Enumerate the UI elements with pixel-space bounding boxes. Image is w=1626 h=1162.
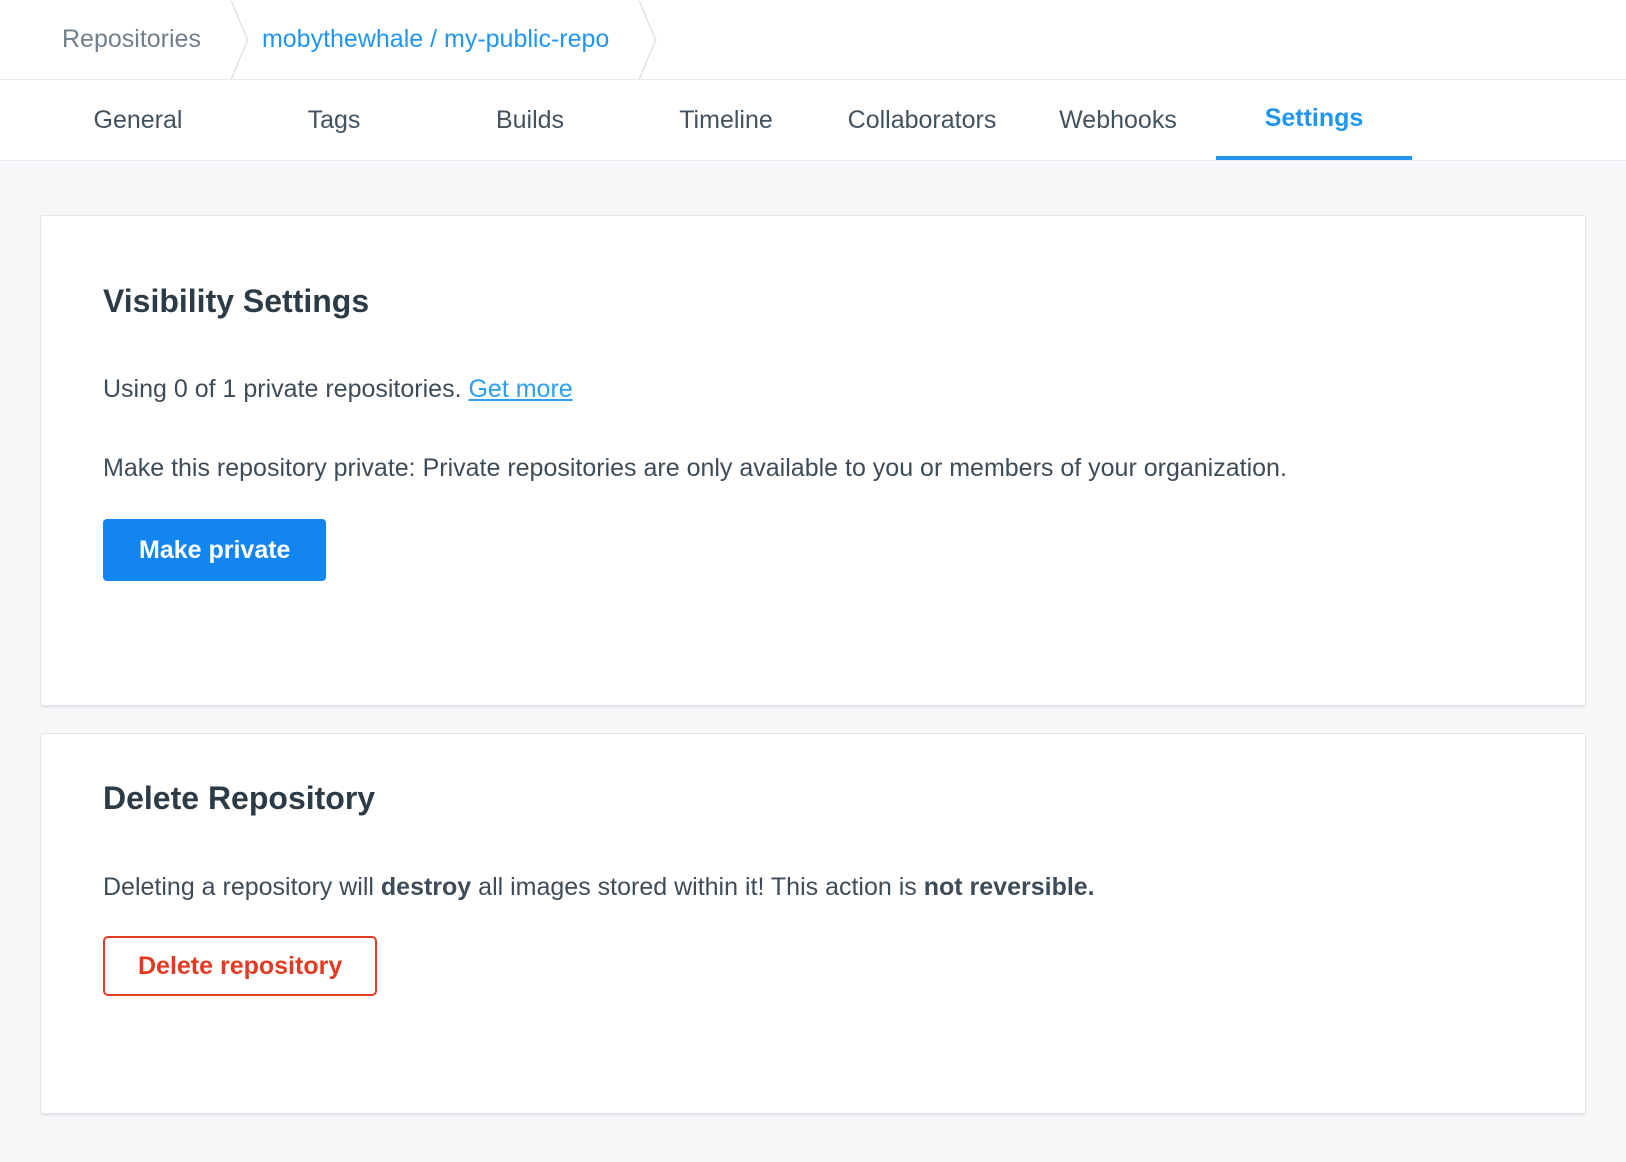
private-repo-usage-text: Using 0 of 1 private repositories. Get m… — [103, 372, 1523, 406]
breadcrumb-repo-link[interactable]: mobythewhale / my-public-repo — [262, 25, 609, 54]
breadcrumb-chevron-icon — [228, 0, 252, 80]
tab-timeline[interactable]: Timeline — [628, 80, 824, 160]
repository-settings-page: Repositories mobythewhale / my-public-re… — [0, 0, 1626, 1114]
delete-repository-card: Delete Repository Deleting a repository … — [40, 733, 1586, 1114]
delete-warning-destroy: destroy — [381, 873, 471, 901]
settings-content: Visibility Settings Using 0 of 1 private… — [0, 161, 1626, 1114]
delete-warning-part2: all images stored within it! This action… — [471, 873, 924, 901]
delete-warning-text: Deleting a repository will destroy all i… — [103, 870, 1523, 904]
tab-general[interactable]: General — [40, 80, 236, 160]
usage-count-text: Using 0 of 1 private repositories. — [103, 375, 468, 403]
delete-repository-button[interactable]: Delete repository — [103, 936, 377, 996]
tab-settings[interactable]: Settings — [1216, 80, 1412, 160]
tab-webhooks[interactable]: Webhooks — [1020, 80, 1216, 160]
visibility-settings-title: Visibility Settings — [103, 282, 1523, 320]
visibility-settings-card: Visibility Settings Using 0 of 1 private… — [40, 215, 1586, 706]
delete-repository-title: Delete Repository — [103, 779, 1523, 817]
breadcrumb-repositories-link[interactable]: Repositories — [62, 25, 201, 54]
breadcrumb-chevron-icon — [636, 0, 660, 80]
make-private-button-row: Make private — [103, 519, 1523, 581]
repo-tab-bar: General Tags Builds Timeline Collaborato… — [0, 80, 1626, 161]
get-more-link[interactable]: Get more — [468, 375, 572, 403]
tab-builds[interactable]: Builds — [432, 80, 628, 160]
tab-tags[interactable]: Tags — [236, 80, 432, 160]
tab-collaborators[interactable]: Collaborators — [824, 80, 1020, 160]
breadcrumb: Repositories mobythewhale / my-public-re… — [0, 0, 1626, 80]
delete-warning-not-reversible: not reversible. — [924, 873, 1095, 901]
delete-warning-part1: Deleting a repository will — [103, 873, 381, 901]
make-private-button[interactable]: Make private — [103, 519, 326, 581]
make-private-description: Make this repository private: Private re… — [103, 451, 1523, 485]
delete-button-row: Delete repository — [103, 936, 1523, 996]
